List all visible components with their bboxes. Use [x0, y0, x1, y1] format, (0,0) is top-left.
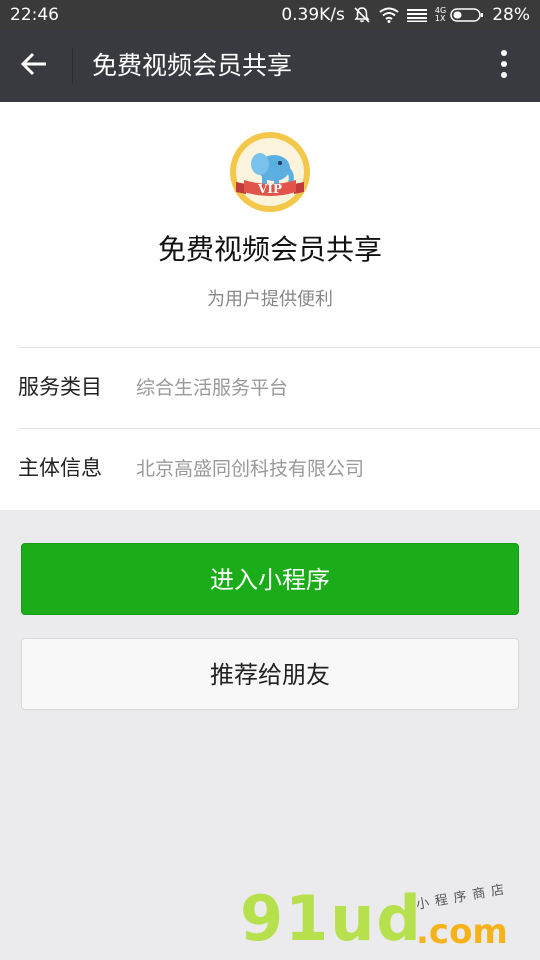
- app-logo: VIP: [228, 130, 312, 214]
- info-label: 主体信息: [18, 456, 102, 480]
- recommend-to-friend-button[interactable]: 推荐给朋友: [21, 638, 519, 710]
- back-button[interactable]: [14, 48, 54, 84]
- status-indicators: 0.39K/s 4G 1X 28%: [281, 5, 530, 25]
- title-bar: 免费视频会员共享: [0, 30, 540, 102]
- info-row-entity: 主体信息 北京高盛同创科技有限公司: [0, 429, 540, 509]
- info-value: 北京高盛同创科技有限公司: [136, 458, 365, 480]
- info-value: 综合生活服务平台: [136, 377, 289, 399]
- watermark: 91ud 小程序商店 .com: [240, 880, 540, 960]
- signal-icon: [406, 8, 427, 22]
- network-type-bottom: 1X: [434, 14, 446, 23]
- battery-percent: 28%: [492, 5, 530, 25]
- enter-mini-program-button[interactable]: 进入小程序: [21, 543, 519, 615]
- info-label: 服务类目: [18, 375, 102, 399]
- status-bar: 22:46 0.39K/s 4G 1X 28%: [0, 0, 540, 30]
- watermark-domain: .com: [416, 912, 508, 952]
- watermark-logo: 91ud: [240, 882, 423, 955]
- app-name: 免费视频会员共享: [157, 233, 382, 266]
- network-type: 4G 1X: [435, 7, 446, 23]
- mini-program-profile: VIP 免费视频会员共享 为用户提供便利 服务类目 综合生活服务平台 主体信息 …: [0, 102, 540, 510]
- more-options-button[interactable]: [486, 48, 522, 84]
- info-row-service-category: 服务类目 综合生活服务平台: [0, 348, 540, 428]
- title-divider: [72, 48, 73, 84]
- battery-icon: [450, 7, 484, 23]
- mute-bell-icon: [353, 6, 371, 24]
- back-arrow-icon: [20, 52, 48, 80]
- logo-vip-text: VIP: [257, 182, 282, 196]
- page-title: 免费视频会员共享: [92, 51, 293, 80]
- watermark-tagline: 小程序商店: [415, 881, 512, 913]
- wifi-icon: [379, 7, 399, 23]
- app-description: 为用户提供便利: [207, 289, 333, 310]
- more-vertical-icon: [500, 49, 508, 83]
- network-speed: 0.39K/s: [281, 5, 345, 25]
- status-time: 22:46: [10, 5, 59, 25]
